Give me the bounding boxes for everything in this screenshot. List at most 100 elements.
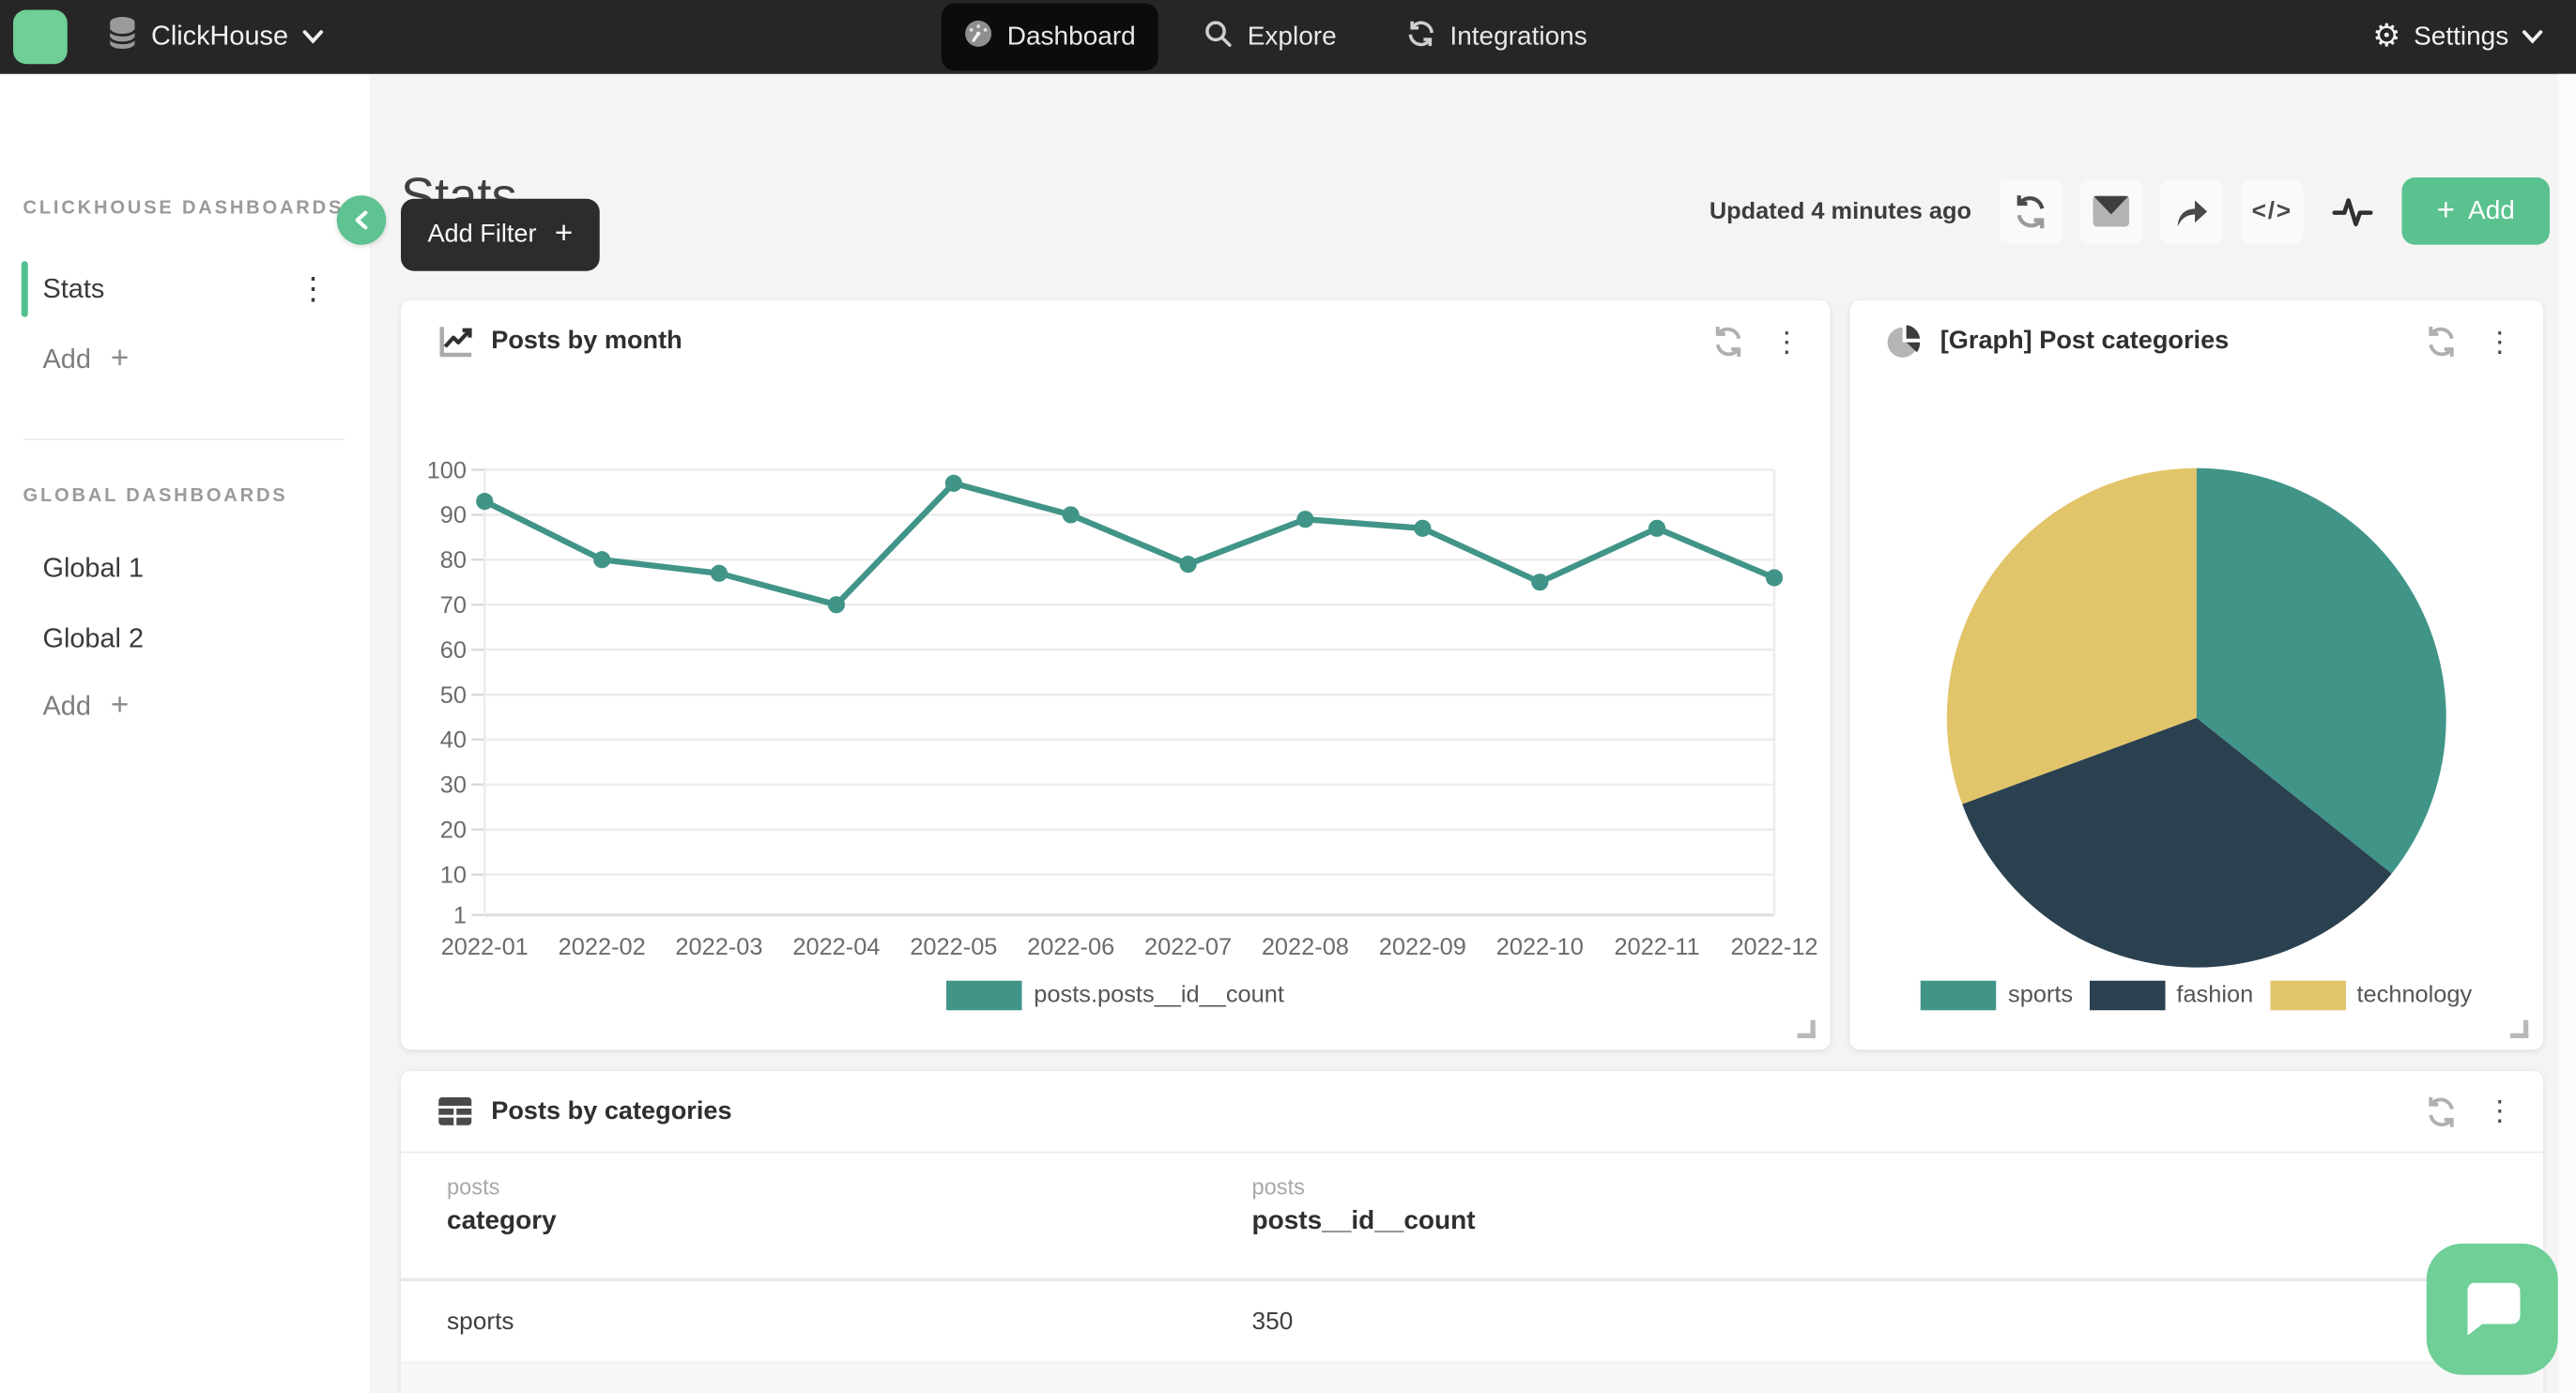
legend-label: posts.posts__id__count: [1034, 983, 1284, 1009]
share-button[interactable]: [2160, 180, 2223, 243]
kebab-menu-icon[interactable]: ⋮: [298, 270, 329, 308]
add-filter-label: Add Filter: [427, 221, 536, 251]
scrollbar-track[interactable]: [2558, 74, 2576, 1393]
table-row[interactable]: fashion330: [401, 1364, 2543, 1393]
add-label: Add: [43, 691, 91, 722]
svg-text:100: 100: [427, 457, 467, 483]
kebab-menu-icon[interactable]: ⋮: [2486, 1097, 2514, 1125]
pie-chart-legend: sports fashion technology: [1850, 981, 2544, 1011]
sidebar-item-global-1[interactable]: Global 1: [0, 539, 370, 598]
legend-item[interactable]: posts.posts__id__count: [947, 981, 1284, 1011]
nav-tabs: Dashboard Explore Integrations: [942, 0, 1610, 74]
table-column-name: posts__id__count: [1252, 1207, 2544, 1237]
embed-code-button[interactable]: </>: [2241, 180, 2304, 243]
table-column-name: category: [447, 1207, 1252, 1237]
svg-text:2022-05: 2022-05: [910, 934, 997, 960]
plus-icon: +: [111, 688, 129, 725]
refresh-button[interactable]: [2000, 180, 2062, 243]
card-header: Posts by categories ⋮: [401, 1071, 2543, 1154]
sidebar-item-label: Global 2: [43, 623, 145, 654]
plus-icon: +: [2437, 193, 2455, 230]
table-column-header[interactable]: posts posts__id__count: [1252, 1174, 2544, 1237]
svg-text:50: 50: [440, 682, 467, 709]
settings-label: Settings: [2414, 23, 2508, 53]
gauge-icon: [964, 19, 992, 55]
table-column-header[interactable]: posts category: [447, 1174, 1252, 1237]
tab-integrations[interactable]: Integrations: [1383, 4, 1611, 71]
svg-text:90: 90: [440, 502, 467, 528]
search-icon: [1204, 19, 1233, 55]
line-chart-legend: posts.posts__id__count: [401, 981, 1831, 1011]
tab-explore-label: Explore: [1248, 23, 1337, 53]
svg-text:2022-11: 2022-11: [1614, 934, 1699, 960]
email-button[interactable]: [2080, 180, 2143, 243]
data-table: posts category posts posts__id__countspo…: [401, 1154, 2543, 1393]
plus-icon: +: [111, 342, 129, 378]
sync-icon: [1405, 19, 1435, 55]
share-arrow-icon: [2172, 193, 2212, 230]
legend-swatch: [2270, 981, 2346, 1011]
svg-text:1: 1: [453, 903, 467, 929]
chevron-down-icon: [2522, 23, 2543, 53]
svg-text:80: 80: [440, 547, 467, 574]
sidebar-item-label: Stats: [43, 273, 105, 304]
add-tile-button[interactable]: + Add: [2402, 177, 2551, 245]
svg-text:2022-01: 2022-01: [441, 934, 529, 960]
svg-text:2022-12: 2022-12: [1730, 934, 1817, 960]
sidebar-item-stats[interactable]: Stats ⋮: [0, 260, 370, 319]
add-label: Add: [43, 344, 91, 375]
svg-text:2022-03: 2022-03: [675, 934, 762, 960]
main-content: Stats Updated 4 minutes ago </> + Add: [370, 74, 2576, 1393]
pie-chart: [1850, 300, 2544, 974]
activity-button[interactable]: [2322, 180, 2384, 243]
pulse-icon: [2331, 193, 2374, 230]
table-cell: sports: [447, 1308, 1252, 1336]
workspace-switcher[interactable]: ClickHouse: [109, 0, 325, 74]
refresh-icon[interactable]: [2423, 1094, 2460, 1130]
table-cell: 350: [1252, 1308, 2544, 1336]
tab-dashboard-label: Dashboard: [1007, 23, 1136, 53]
resize-handle[interactable]: [2510, 1020, 2528, 1038]
last-updated-text: Updated 4 minutes ago: [1710, 198, 1971, 224]
legend-label: technology: [2356, 983, 2472, 1009]
svg-text:2022-04: 2022-04: [792, 934, 880, 960]
code-icon: </>: [2252, 197, 2292, 225]
dashboard-toolbar: Updated 4 minutes ago </> + Add: [1710, 177, 2550, 245]
app-logo[interactable]: [13, 10, 68, 65]
table-icon: [437, 1095, 474, 1126]
table-column-group: posts: [447, 1174, 1252, 1199]
table-cell: 330: [1252, 1390, 2544, 1393]
sidebar-collapse-button[interactable]: [337, 195, 387, 245]
table-cell: fashion: [447, 1390, 1252, 1393]
plus-icon: +: [555, 217, 573, 253]
chevron-down-icon: [303, 22, 325, 53]
resize-handle[interactable]: [1798, 1020, 1816, 1038]
line-chart: 10090807060504030201012022-012022-022022…: [401, 300, 1831, 974]
legend-swatch: [2090, 981, 2166, 1011]
svg-text:2022-09: 2022-09: [1379, 934, 1466, 960]
svg-text:60: 60: [440, 637, 467, 664]
card-post-categories-graph: [Graph] Post categories ⋮ sports fashion…: [1850, 300, 2544, 1049]
sidebar-item-global-2[interactable]: Global 2: [0, 609, 370, 668]
legend-item[interactable]: fashion: [2090, 981, 2254, 1011]
workspace-name: ClickHouse: [151, 22, 288, 53]
card-title: Posts by categories: [491, 1096, 2423, 1126]
table-row[interactable]: sports350: [401, 1281, 2543, 1364]
sidebar-item-label: Global 1: [43, 553, 145, 584]
tab-explore[interactable]: Explore: [1182, 4, 1359, 71]
active-indicator-bar: [22, 541, 28, 597]
add-filter-button[interactable]: Add Filter +: [401, 199, 600, 271]
svg-text:2022-06: 2022-06: [1027, 934, 1114, 960]
chat-bubble-icon: [2460, 1279, 2525, 1339]
sidebar-section-title-clickhouse: CLICKHOUSE DASHBOARDS: [23, 199, 345, 219]
legend-label: fashion: [2176, 983, 2253, 1009]
settings-menu[interactable]: ⚙ Settings: [2372, 0, 2543, 74]
add-dashboard-button[interactable]: Add +: [43, 342, 130, 378]
tab-dashboard[interactable]: Dashboard: [942, 4, 1158, 71]
legend-item[interactable]: sports: [1921, 981, 2073, 1011]
svg-text:2022-10: 2022-10: [1496, 934, 1584, 960]
chat-widget-button[interactable]: [2427, 1244, 2558, 1375]
table-header-row: posts category posts posts__id__count: [401, 1154, 2543, 1282]
add-global-dashboard-button[interactable]: Add +: [43, 688, 130, 725]
legend-item[interactable]: technology: [2270, 981, 2472, 1011]
